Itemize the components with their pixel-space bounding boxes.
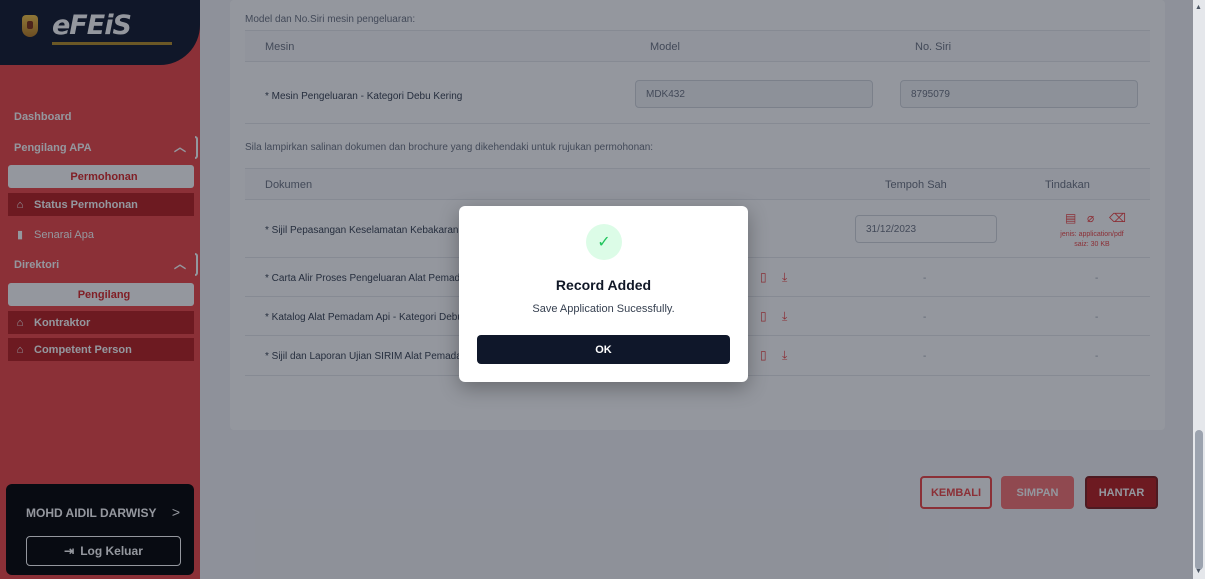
scrollbar[interactable]: ▲ ▼ <box>1193 0 1205 579</box>
scroll-down-icon[interactable]: ▼ <box>1195 568 1202 575</box>
scrollbar-thumb[interactable] <box>1195 430 1203 570</box>
scroll-up-icon[interactable]: ▲ <box>1195 4 1202 11</box>
dialog-message: Save Application Sucessfully. <box>532 303 675 315</box>
ok-button[interactable]: OK <box>477 335 730 364</box>
dialog-title: Record Added <box>555 277 652 293</box>
record-added-dialog: ✓ Record Added Save Application Sucessfu… <box>459 206 748 382</box>
check-icon: ✓ <box>586 224 622 260</box>
